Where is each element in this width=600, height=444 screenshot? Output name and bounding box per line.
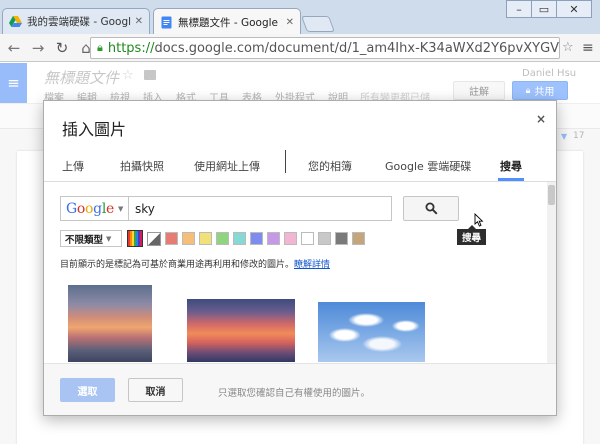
browser-menu-icon[interactable]: ≡ [582,40,594,56]
drive-icon [9,16,22,27]
color-swatch[interactable] [352,232,365,245]
search-icon [425,202,438,215]
chevron-down-icon: ▼ [106,234,112,243]
dialog-footer: 選取 取消 只選取您確認自己有權使用的圖片。 [44,363,556,415]
image-result[interactable] [68,285,152,362]
tab-title: 我的雲端硬碟 - Google 雲 [27,16,131,28]
maximize-icon[interactable]: ▭ [531,0,557,18]
chevron-down-icon: ▼ [118,204,124,213]
reload-icon[interactable]: ↻ [52,38,72,58]
dialog-title: 插入圖片 [62,120,127,139]
image-result[interactable] [318,302,425,362]
window-controls: – ▭ ✕ [506,0,592,18]
tab-docs[interactable]: 無標題文件 - Google 文件 ✕ [153,8,301,35]
docs-icon [161,16,172,28]
address-bar[interactable]: 🔒︎ https:// docs.google.com/document/d/1… [90,37,560,59]
cancel-button[interactable]: 取消 [128,378,183,402]
forward-icon[interactable]: → [28,38,48,58]
tab-drive[interactable]: 我的雲端硬碟 - Google 雲 ✕ [2,8,150,34]
browser-toolbar: ← → ↻ ⌂ 🔒︎ https:// docs.google.com/docu… [0,34,600,62]
type-filter-select[interactable]: 不限類型 ▼ [60,230,122,247]
footer-note: 只選取您確認自己有權使用的圖片。 [218,388,371,399]
mouse-cursor-icon [474,213,484,227]
minimize-icon[interactable]: – [506,0,532,18]
color-swatch[interactable] [199,232,212,245]
color-swatch[interactable] [301,232,314,245]
color-swatch-black-white[interactable] [147,231,161,246]
new-tab-button[interactable] [301,16,335,32]
search-tooltip: 搜尋 [457,225,486,245]
tab-strip: 我的雲端硬碟 - Google 雲 ✕ 無標題文件 - Google 文件 ✕ … [0,0,600,35]
close-icon[interactable]: × [536,112,546,126]
search-input[interactable] [128,196,392,221]
dialog-tabs: 上傳 拍攝快照 使用網址上傳 您的相簿 Google 雲端硬碟 搜尋 [44,151,556,181]
notice-text: 目前顯示的是標記為可基於商業用途再利用和修改的圖片。 [60,260,295,270]
color-swatch[interactable] [318,232,331,245]
bookmark-star-icon[interactable]: ☆ [562,40,574,55]
color-swatch-any[interactable] [127,230,143,247]
close-icon[interactable]: ✕ [135,16,143,27]
url-scheme: https:// [107,40,155,56]
tab-upload[interactable]: 上傳 [62,151,84,181]
tab-title: 無標題文件 - Google 文件 [178,16,282,29]
url-text: docs.google.com/document/d/1_am4Ihx-K34a… [154,40,560,56]
image-result[interactable] [187,299,295,362]
tab-by-url[interactable]: 使用網址上傳 [194,151,260,181]
tab-divider [285,150,286,173]
back-icon[interactable]: ← [4,38,24,58]
tab-snapshot[interactable]: 拍攝快照 [120,151,164,181]
google-logo: Google [66,200,115,217]
type-filter-label: 不限類型 [65,234,104,246]
color-swatch[interactable] [182,232,195,245]
color-swatch[interactable] [216,232,229,245]
select-button[interactable]: 選取 [60,378,115,402]
scrollbar[interactable] [547,182,556,363]
color-swatch[interactable] [165,232,178,245]
scrollbar-thumb[interactable] [548,185,555,205]
color-swatch[interactable] [250,232,263,245]
tab-google-drive[interactable]: Google 雲端硬碟 [385,151,471,181]
search-button[interactable] [403,196,459,221]
color-swatch[interactable] [335,232,348,245]
lock-icon: 🔒︎ [97,41,103,54]
tab-albums[interactable]: 您的相簿 [308,151,352,181]
close-icon[interactable]: ✕ [286,17,294,28]
color-swatch[interactable] [267,232,280,245]
learn-more-link[interactable]: 瞭解詳情 [294,260,330,270]
close-window-icon[interactable]: ✕ [556,0,592,18]
color-swatch[interactable] [284,232,297,245]
filter-row: 不限類型 ▼ [60,230,365,247]
tab-search[interactable]: 搜尋 [498,151,524,181]
color-swatch[interactable] [233,232,246,245]
insert-image-dialog: 插入圖片 × 上傳 拍攝快照 使用網址上傳 您的相簿 Google 雲端硬碟 搜… [43,100,557,416]
search-engine-select[interactable]: Google ▼ [60,196,128,221]
license-notice: 目前顯示的是標記為可基於商業用途再利用和修改的圖片。瞭解詳情 [60,257,330,270]
browser-chrome: 我的雲端硬碟 - Google 雲 ✕ 無標題文件 - Google 文件 ✕ … [0,0,600,62]
